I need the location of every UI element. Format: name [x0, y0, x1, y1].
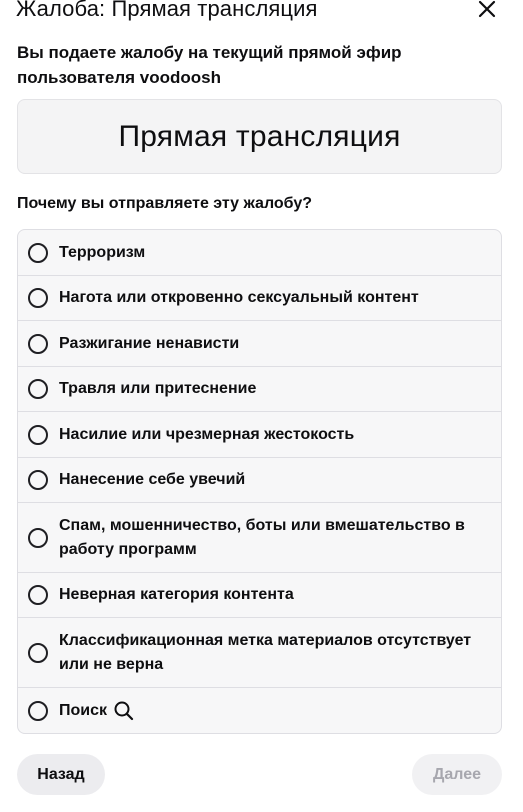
reported-content-card: Прямая трансляция	[17, 99, 502, 174]
reason-list: Терроризм Нагота или откровенно сексуаль…	[17, 229, 502, 734]
radio-unchecked-icon[interactable]	[28, 642, 48, 663]
reason-label: Спам, мошенничество, боты или вмешательс…	[59, 516, 465, 558]
close-icon	[478, 0, 496, 18]
back-button[interactable]: Назад	[17, 754, 105, 795]
radio-unchecked-icon[interactable]	[28, 333, 48, 354]
reason-label: Неверная категория контента	[59, 586, 294, 603]
reason-option-harassment[interactable]: Травля или притеснение	[18, 367, 501, 412]
radio-unchecked-icon[interactable]	[28, 242, 48, 263]
reason-option-terrorism[interactable]: Терроризм	[18, 230, 501, 276]
reason-option-nudity[interactable]: Нагота или откровенно сексуальный контен…	[18, 276, 501, 321]
reason-option-hate-speech[interactable]: Разжигание ненависти	[18, 321, 501, 367]
close-button[interactable]	[471, 0, 503, 25]
radio-unchecked-icon[interactable]	[28, 424, 48, 445]
reason-option-search[interactable]: Поиск	[18, 688, 501, 733]
dialog-title: Жалоба: Прямая трансляция	[16, 0, 318, 21]
reason-option-self-harm[interactable]: Нанесение себе увечий	[18, 458, 501, 503]
radio-unchecked-icon[interactable]	[28, 379, 48, 399]
reason-label: Насилие или чрезмерная жестокость	[59, 425, 355, 443]
reason-option-spam[interactable]: Спам, мошенничество, боты или вмешательс…	[18, 503, 501, 573]
radio-unchecked-icon[interactable]	[28, 527, 48, 548]
reason-label: Нанесение себе увечий	[59, 471, 246, 488]
radio-unchecked-icon[interactable]	[28, 700, 48, 721]
report-intro-text: Вы подаете жалобу на текущий прямой эфир…	[17, 43, 402, 87]
dialog-header: Жалоба: Прямая трансляция	[16, 0, 507, 24]
reason-label: Классификационная метка материалов отсут…	[59, 631, 472, 673]
reason-label: Терроризм	[59, 243, 146, 261]
reason-option-content-label[interactable]: Классификационная метка материалов отсут…	[18, 618, 501, 688]
reason-question: Почему вы отправляете эту жалобу?	[17, 195, 313, 212]
reported-content-label: Прямая трансляция	[118, 119, 401, 153]
radio-unchecked-icon[interactable]	[28, 288, 48, 308]
reason-label: Травля или притеснение	[59, 380, 257, 397]
reason-label: Поиск	[59, 701, 108, 719]
reason-label: Нагота или откровенно сексуальный контен…	[59, 289, 419, 306]
radio-unchecked-icon[interactable]	[28, 585, 48, 605]
search-icon	[114, 701, 134, 720]
next-button[interactable]: Далее	[412, 754, 502, 795]
reason-option-wrong-category[interactable]: Неверная категория контента	[18, 573, 501, 618]
reason-label: Разжигание ненависти	[59, 334, 240, 352]
radio-unchecked-icon[interactable]	[28, 470, 48, 490]
reason-option-violence[interactable]: Насилие или чрезмерная жестокость	[18, 412, 501, 458]
